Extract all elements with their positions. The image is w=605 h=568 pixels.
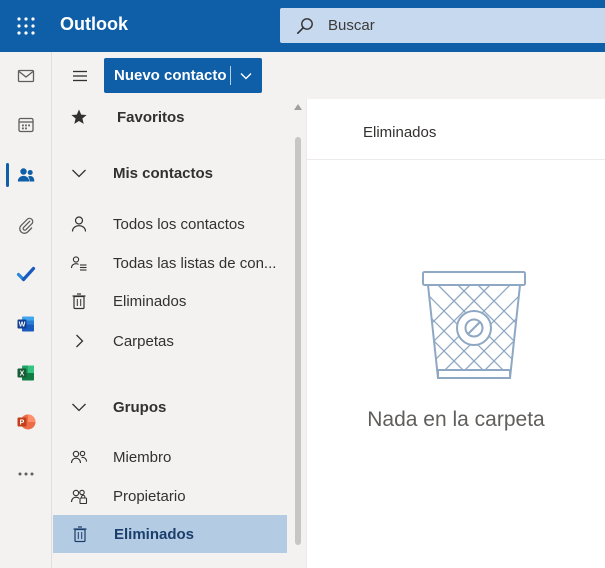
excel-app-button[interactable]: X (0, 353, 52, 393)
app-launcher-button[interactable] (0, 0, 52, 52)
svg-text:P: P (20, 420, 25, 427)
nav-item-folders[interactable]: Carpetas (52, 322, 290, 360)
empty-trash-illustration-icon (422, 271, 526, 379)
new-contact-dropdown-button[interactable] (236, 66, 256, 86)
chevron-down-icon (68, 396, 90, 418)
nav-item-label: Eliminados (113, 292, 187, 310)
group-member-icon (68, 446, 90, 468)
nav-favorites-label: Favoritos (117, 108, 185, 126)
list-title: Eliminados (363, 124, 437, 141)
nav-favorites[interactable]: Favoritos (52, 99, 290, 136)
nav-item-label: Todos los contactos (113, 215, 245, 233)
nav-item-deleted-contacts[interactable]: Eliminados (52, 282, 290, 320)
more-apps-button[interactable] (0, 454, 52, 494)
mail-icon (17, 69, 35, 83)
nav-item-label: Eliminados (114, 525, 195, 543)
nav-my-contacts-header[interactable]: Mis contactos (52, 154, 290, 192)
nav-groups-label: Grupos (113, 398, 167, 416)
collapse-nav-button[interactable] (66, 62, 94, 90)
search-box[interactable]: Buscar (280, 8, 605, 43)
scroll-up-arrow[interactable] (294, 104, 302, 110)
pane-divider (306, 99, 307, 568)
files-app-button[interactable] (0, 205, 52, 245)
command-bar: Nuevo contacto (52, 52, 605, 99)
paperclip-icon (19, 217, 34, 234)
scroll-thumb[interactable] (295, 137, 301, 545)
powerpoint-app-button[interactable]: P (0, 402, 52, 442)
calendar-app-button[interactable] (0, 105, 52, 145)
nav-my-contacts-label: Mis contactos (113, 164, 214, 182)
mail-app-button[interactable] (0, 56, 52, 96)
powerpoint-icon: P (17, 414, 36, 430)
people-icon (17, 168, 35, 182)
new-contact-label: Nuevo contacto (114, 67, 227, 84)
nav-item-label: Miembro (113, 448, 172, 466)
person-icon (68, 213, 90, 235)
calendar-icon (18, 117, 34, 133)
chevron-right-icon (68, 330, 90, 352)
navigation-pane: Favoritos Mis contactos Todos los contac… (52, 99, 306, 568)
people-app-button[interactable] (0, 155, 52, 195)
excel-icon: X (17, 365, 34, 381)
trash-icon (68, 290, 90, 312)
app-rail: W X P (0, 52, 52, 568)
contact-list-icon (68, 252, 90, 274)
chevron-down-icon (240, 73, 252, 80)
word-icon: W (17, 316, 34, 332)
more-icon (18, 472, 34, 476)
todo-app-button[interactable] (0, 254, 52, 294)
top-bar: Outlook Buscar (0, 0, 605, 52)
hamburger-icon (73, 70, 87, 82)
nav-item-label: Propietario (113, 487, 186, 505)
trash-icon (69, 523, 91, 545)
new-contact-button[interactable]: Nuevo contacto (104, 58, 262, 93)
search-input[interactable]: Buscar (328, 17, 375, 34)
nav-scrollbar[interactable] (290, 99, 306, 568)
list-header: Eliminados (307, 99, 605, 160)
nav-item-member[interactable]: Miembro (52, 438, 290, 476)
nav-item-label: Carpetas (113, 332, 174, 350)
empty-folder-message: Nada en la carpeta (367, 408, 545, 431)
star-icon (68, 106, 90, 128)
nav-item-all-contacts[interactable]: Todos los contactos (52, 205, 290, 243)
nav-item-all-lists[interactable]: Todas las listas de con... (52, 244, 290, 282)
active-indicator (6, 163, 9, 187)
nav-item-deleted-groups[interactable]: Eliminados (53, 515, 287, 553)
search-icon (296, 17, 313, 34)
nav-groups-header[interactable]: Grupos (52, 388, 290, 426)
group-owner-icon (68, 485, 90, 507)
app-title[interactable]: Outlook (60, 14, 128, 35)
todo-check-icon (16, 266, 36, 282)
nav-item-label: Todas las listas de con... (113, 254, 277, 272)
waffle-icon (17, 17, 35, 35)
split-divider (230, 66, 231, 85)
chevron-down-icon (68, 162, 90, 184)
svg-text:X: X (20, 371, 25, 378)
nav-item-owner[interactable]: Propietario (52, 477, 290, 515)
word-app-button[interactable]: W (0, 304, 52, 344)
svg-text:W: W (19, 322, 26, 329)
